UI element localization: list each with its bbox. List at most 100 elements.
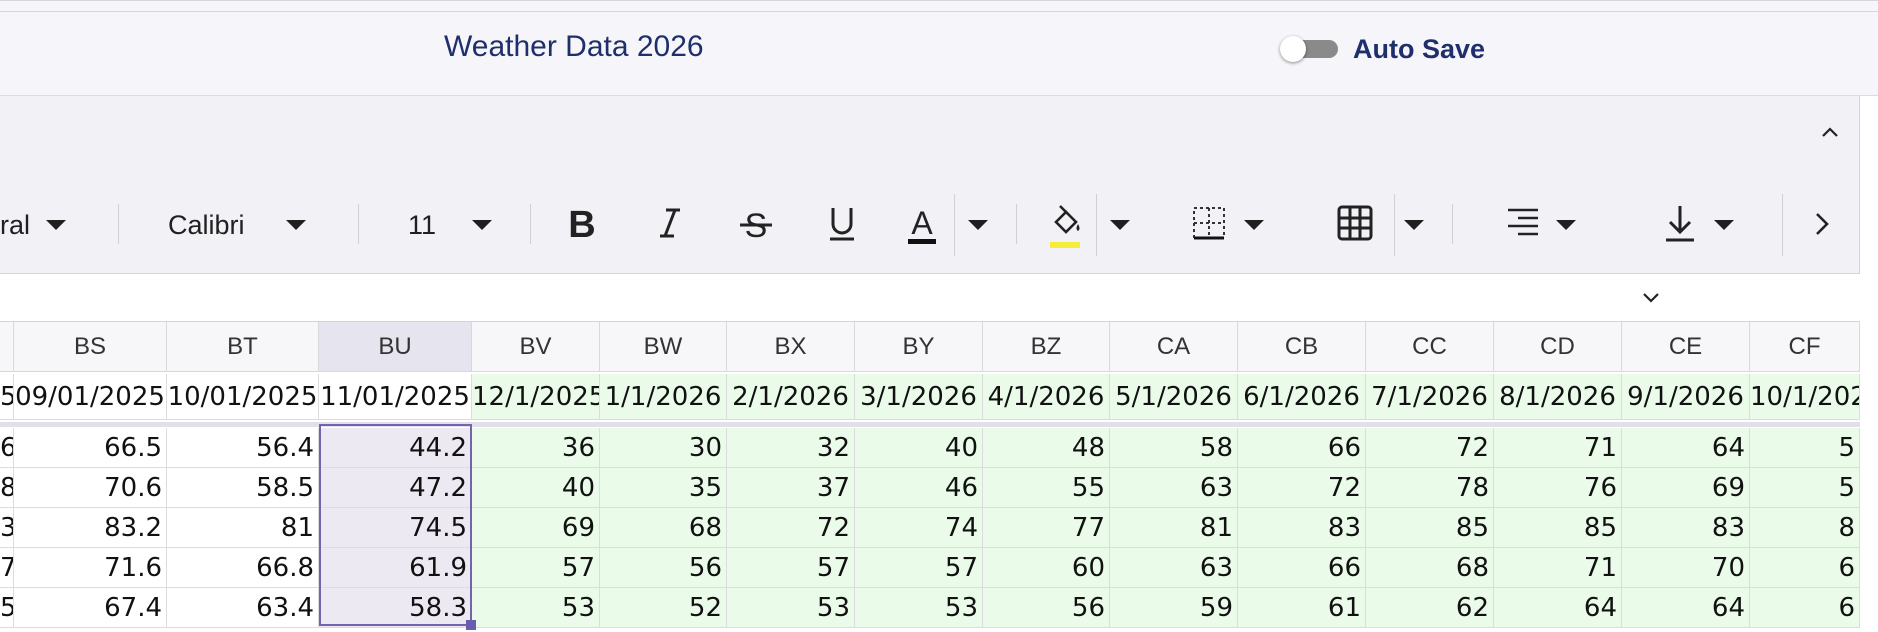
data-cell[interactable]: 71 xyxy=(1494,548,1622,588)
data-cell[interactable]: 35 xyxy=(600,468,727,508)
data-cell[interactable]: 83.2 xyxy=(14,508,167,548)
data-cell[interactable]: 76 xyxy=(1494,468,1622,508)
bold-button[interactable]: B xyxy=(560,192,604,256)
chevron-down-icon[interactable] xyxy=(1244,220,1264,230)
data-cell[interactable]: 57 xyxy=(472,548,600,588)
data-cell[interactable]: 56 xyxy=(983,588,1110,628)
font-name-dropdown[interactable]: Calibri xyxy=(168,210,245,241)
data-cell[interactable]: 30 xyxy=(600,428,727,468)
date-cell[interactable]: 4/1/2026 xyxy=(983,374,1110,420)
data-cell[interactable]: 58 xyxy=(1110,428,1238,468)
data-cell[interactable]: 57 xyxy=(855,548,983,588)
data-cell[interactable]: 32 xyxy=(727,428,855,468)
data-cell[interactable]: 46 xyxy=(855,468,983,508)
font-size-dropdown[interactable]: 11 xyxy=(408,210,436,241)
table-format-button[interactable] xyxy=(1336,192,1376,256)
data-cell[interactable]: 40 xyxy=(855,428,983,468)
date-cell[interactable]: 1/1/2026 xyxy=(600,374,727,420)
date-cell[interactable]: 5/1/2026 xyxy=(1110,374,1238,420)
data-cell[interactable]: 71 xyxy=(1494,428,1622,468)
expand-formula-button[interactable] xyxy=(1640,288,1662,308)
data-cell[interactable]: 70 xyxy=(1622,548,1750,588)
data-cell[interactable]: 64 xyxy=(1494,588,1622,628)
data-cell[interactable]: 60 xyxy=(983,548,1110,588)
data-cell[interactable]: 53 xyxy=(855,588,983,628)
date-cell[interactable]: 5 xyxy=(0,374,14,420)
data-cell[interactable]: 56 xyxy=(600,548,727,588)
column-header[interactable]: BT xyxy=(167,322,319,372)
chevron-down-icon[interactable] xyxy=(968,220,988,230)
chevron-down-icon[interactable] xyxy=(46,220,66,230)
data-cell[interactable]: 55 xyxy=(983,468,1110,508)
column-header[interactable]: CE xyxy=(1622,322,1750,372)
data-cell[interactable]: 72 xyxy=(727,508,855,548)
data-cell[interactable]: 44.2 xyxy=(319,428,472,468)
data-cell[interactable]: 72 xyxy=(1366,428,1494,468)
data-cell[interactable]: 83 xyxy=(1238,508,1366,548)
data-cell[interactable]: 61 xyxy=(1238,588,1366,628)
date-cell[interactable]: 8/1/2026 xyxy=(1494,374,1622,420)
data-cell[interactable]: 6 xyxy=(1750,548,1860,588)
data-cell[interactable]: 74 xyxy=(855,508,983,548)
data-cell[interactable]: 40 xyxy=(472,468,600,508)
data-cell[interactable]: 63 xyxy=(1110,548,1238,588)
data-cell[interactable]: 68 xyxy=(1366,548,1494,588)
data-cell[interactable]: 61.9 xyxy=(319,548,472,588)
column-header[interactable]: BY xyxy=(855,322,983,372)
data-cell[interactable]: 72 xyxy=(1238,468,1366,508)
chevron-down-icon[interactable] xyxy=(286,220,306,230)
data-cell[interactable]: 5 xyxy=(0,588,14,628)
data-cell[interactable]: 6 xyxy=(1750,588,1860,628)
spreadsheet-grid[interactable]: 568375BS09/01/202566.570.683.271.667.4BT… xyxy=(0,322,1860,632)
formula-bar[interactable] xyxy=(0,274,1860,322)
data-cell[interactable]: 83 xyxy=(1622,508,1750,548)
column-header[interactable]: CD xyxy=(1494,322,1622,372)
column-header[interactable]: BU xyxy=(319,322,472,372)
date-cell[interactable]: 6/1/2026 xyxy=(1238,374,1366,420)
data-cell[interactable]: 63.4 xyxy=(167,588,319,628)
data-cell[interactable]: 47.2 xyxy=(319,468,472,508)
chevron-down-icon[interactable] xyxy=(472,220,492,230)
download-button[interactable] xyxy=(1660,192,1700,256)
column-header[interactable]: BS xyxy=(14,322,167,372)
date-cell[interactable]: 2/1/2026 xyxy=(727,374,855,420)
chevron-down-icon[interactable] xyxy=(1714,220,1734,230)
column-header[interactable]: CB xyxy=(1238,322,1366,372)
fill-color-button[interactable] xyxy=(1046,192,1086,256)
date-cell[interactable]: 7/1/2026 xyxy=(1366,374,1494,420)
column-header[interactable]: BV xyxy=(472,322,600,372)
date-cell[interactable]: 3/1/2026 xyxy=(855,374,983,420)
data-cell[interactable]: 66 xyxy=(1238,428,1366,468)
data-cell[interactable]: 5 xyxy=(1750,428,1860,468)
font-color-button[interactable]: A xyxy=(902,192,942,256)
font-style-dropdown-label[interactable]: ral xyxy=(0,210,30,241)
data-cell[interactable]: 36 xyxy=(472,428,600,468)
data-cell[interactable]: 81 xyxy=(167,508,319,548)
column-header[interactable]: CA xyxy=(1110,322,1238,372)
data-cell[interactable]: 7 xyxy=(0,548,14,588)
column-header[interactable]: CC xyxy=(1366,322,1494,372)
data-cell[interactable]: 59 xyxy=(1110,588,1238,628)
data-cell[interactable]: 68 xyxy=(600,508,727,548)
italic-button[interactable] xyxy=(648,192,692,256)
column-header[interactable]: BZ xyxy=(983,322,1110,372)
date-cell[interactable]: 9/1/2026 xyxy=(1622,374,1750,420)
data-cell[interactable]: 3 xyxy=(0,508,14,548)
underline-button[interactable] xyxy=(820,192,864,256)
align-button[interactable] xyxy=(1504,192,1544,256)
data-cell[interactable]: 37 xyxy=(727,468,855,508)
data-cell[interactable]: 81 xyxy=(1110,508,1238,548)
data-cell[interactable]: 48 xyxy=(983,428,1110,468)
data-cell[interactable]: 74.5 xyxy=(319,508,472,548)
column-header[interactable]: BX xyxy=(727,322,855,372)
collapse-ribbon-button[interactable] xyxy=(1816,118,1844,146)
column-header[interactable]: CF xyxy=(1750,322,1860,372)
data-cell[interactable]: 64 xyxy=(1622,588,1750,628)
data-cell[interactable]: 66.8 xyxy=(167,548,319,588)
data-cell[interactable]: 52 xyxy=(600,588,727,628)
data-cell[interactable]: 58.5 xyxy=(167,468,319,508)
data-cell[interactable]: 77 xyxy=(983,508,1110,548)
data-cell[interactable]: 85 xyxy=(1494,508,1622,548)
data-cell[interactable]: 66.5 xyxy=(14,428,167,468)
data-cell[interactable]: 53 xyxy=(727,588,855,628)
